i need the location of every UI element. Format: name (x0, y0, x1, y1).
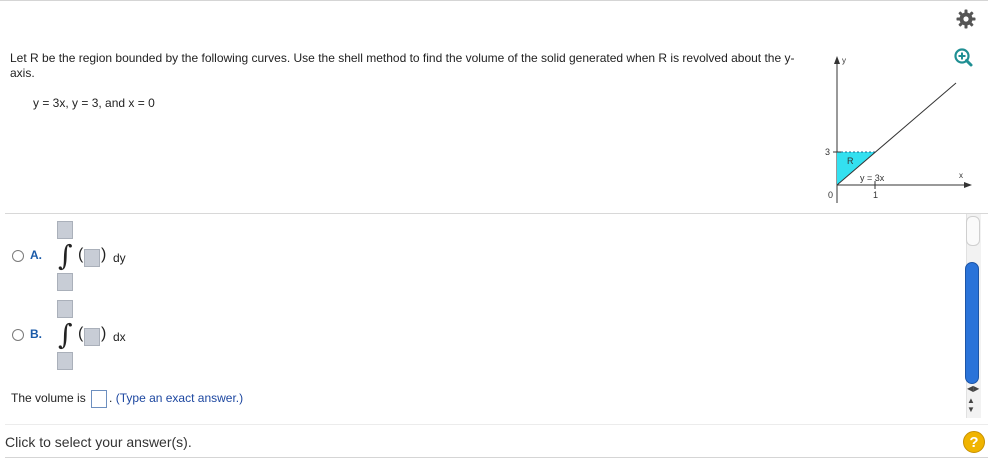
option-b-close-paren: ) (101, 325, 107, 342)
scrollbar-thumb[interactable] (965, 262, 979, 384)
scroll-left-arrow-icon[interactable]: ◀▶ (967, 384, 979, 393)
option-a-open-paren: ( (78, 246, 84, 263)
y-axis-label: y (842, 56, 846, 65)
y-axis-arrow (834, 56, 840, 64)
curve-equations: y = 3x, y = 3, and x = 0 (33, 96, 155, 110)
option-a-radio[interactable] (12, 250, 24, 262)
origin-label: 0 (828, 190, 833, 200)
x-axis-label: x (959, 171, 963, 180)
volume-prefix: The volume is (11, 391, 86, 406)
x-axis-arrow (964, 182, 972, 188)
help-icon[interactable]: ? (963, 431, 985, 453)
option-b-lower-limit-box[interactable] (57, 352, 73, 370)
option-b-integral-sign: ∫ (58, 318, 73, 351)
footer-divider (5, 424, 988, 425)
option-a-integrand-box[interactable] (84, 249, 100, 267)
option-a-close-paren: ) (101, 246, 107, 263)
option-a[interactable]: A. ∫ ( ) dy (12, 218, 212, 298)
option-b-open-paren: ( (78, 325, 84, 342)
curve-label: y = 3x (860, 173, 885, 183)
scroll-down-arrow-icon[interactable]: ▼ (967, 405, 975, 414)
bottom-divider (5, 457, 988, 458)
volume-hint: (Type an exact answer.) (115, 391, 244, 406)
option-b-differential: dx (113, 330, 126, 344)
region-label: R (847, 156, 854, 166)
volume-answer-row: The volume is . (Type an exact answer.) (11, 390, 243, 408)
option-b-label: B. (30, 327, 42, 341)
option-a-integral-sign: ∫ (58, 239, 73, 272)
scroll-up-arrow-icon[interactable]: ▲ (967, 396, 975, 405)
y-tick-label: 3 (825, 147, 830, 157)
x-tick-label: 1 (873, 190, 878, 200)
option-a-lower-limit-box[interactable] (57, 273, 73, 291)
status-message: Click to select your answer(s). (5, 434, 192, 450)
top-divider (0, 0, 988, 1)
gear-icon[interactable] (955, 8, 977, 30)
question-text: Let R be the region bounded by the follo… (10, 51, 795, 80)
volume-answer-box[interactable] (91, 390, 108, 408)
scrollbar-top-cap (966, 216, 980, 246)
volume-suffix: . (109, 391, 113, 406)
option-b[interactable]: B. ∫ ( ) dx (12, 297, 212, 377)
option-a-label: A. (30, 248, 42, 262)
option-a-differential: dy (113, 251, 126, 265)
section-divider (5, 213, 988, 214)
option-b-integrand-box[interactable] (84, 328, 100, 346)
line-y-equals-3x (836, 82, 957, 186)
region-graph[interactable]: y x R y = 3x 3 1 0 (818, 50, 978, 210)
option-b-upper-limit-box[interactable] (57, 300, 73, 318)
option-a-upper-limit-box[interactable] (57, 221, 73, 239)
option-b-radio[interactable] (12, 329, 24, 341)
